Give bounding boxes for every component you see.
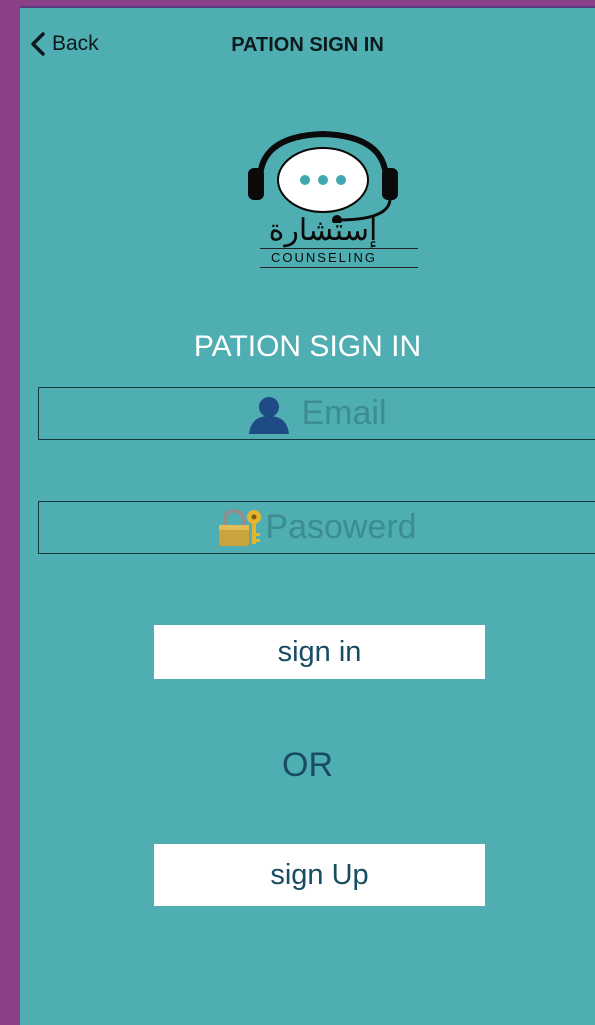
password-placeholder: Pasowerd bbox=[265, 508, 417, 546]
navigation-bar: Back PATION SIGN IN bbox=[20, 8, 595, 80]
page-title: PATION SIGN IN bbox=[193, 330, 422, 363]
nav-title: PATION SIGN IN bbox=[231, 34, 384, 56]
logo-english-text: COUNSELING bbox=[271, 250, 377, 265]
or-divider-label: OR bbox=[282, 746, 333, 784]
lock-key-icon bbox=[219, 508, 262, 546]
counseling-logo: إستشارة COUNSELING bbox=[238, 128, 418, 278]
headset-chat-icon bbox=[248, 130, 398, 223]
email-field[interactable]: Email bbox=[38, 387, 595, 440]
logo-underline bbox=[260, 267, 418, 268]
logo-arabic-text: إستشارة bbox=[268, 214, 378, 247]
user-icon bbox=[249, 396, 290, 434]
sign-in-button[interactable]: sign in bbox=[154, 625, 485, 679]
password-field[interactable]: Pasowerd bbox=[38, 501, 595, 554]
email-placeholder: Email bbox=[301, 394, 387, 432]
logo-divider bbox=[260, 248, 418, 249]
app-screen: Back PATION SIGN IN إستشارة COUNSELING P… bbox=[20, 6, 595, 1025]
sign-up-button[interactable]: sign Up bbox=[154, 844, 485, 906]
